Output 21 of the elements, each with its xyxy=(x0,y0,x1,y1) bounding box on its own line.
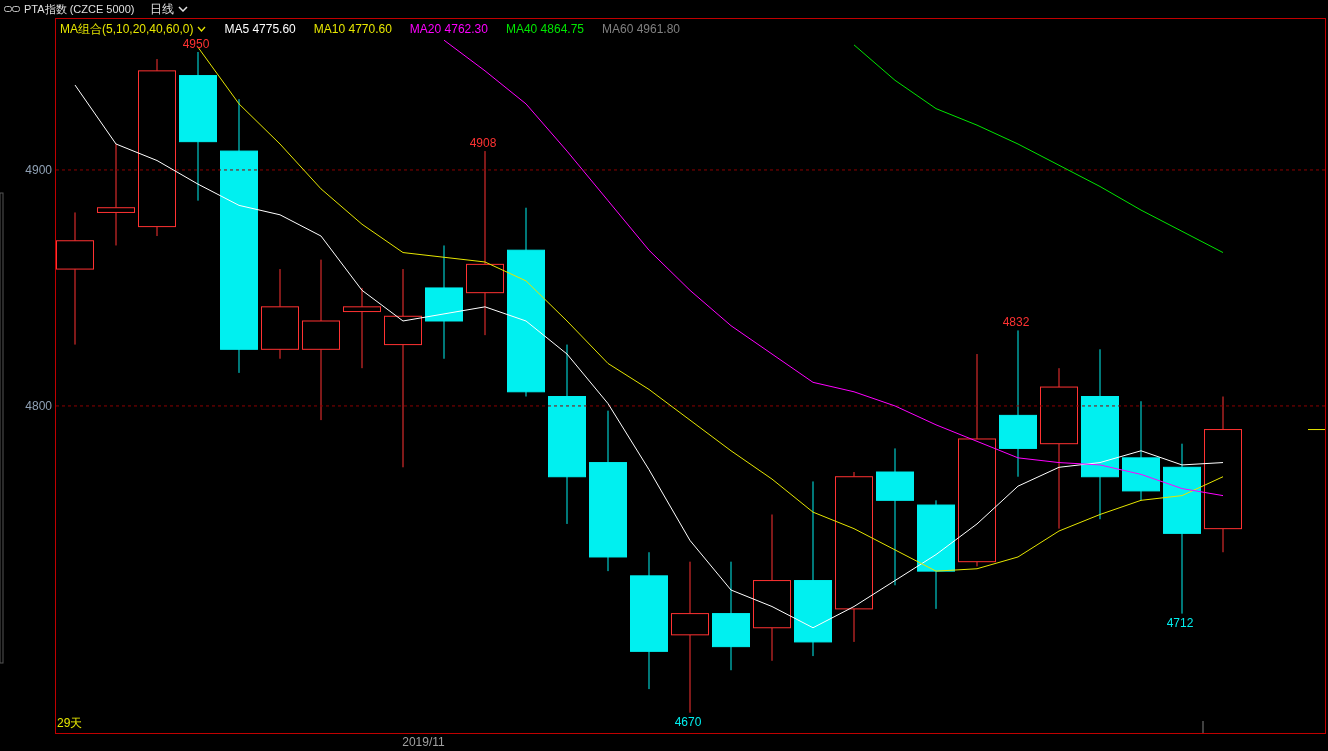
caret-icon xyxy=(197,26,207,32)
y-axis-label: 4800 xyxy=(25,398,52,413)
link-icon[interactable] xyxy=(4,5,20,13)
ma-legend-value: MA60 4961.80 xyxy=(602,21,681,38)
day-count-label: 29天 xyxy=(57,716,83,730)
extreme-price-label: 4670 xyxy=(674,714,702,729)
ma-legend-value: MA10 4770.60 xyxy=(313,21,392,38)
x-axis-label: 2019/11 xyxy=(402,735,445,749)
ma-group-dropdown[interactable]: MA组合(5,10,20,40,60,0) xyxy=(60,20,207,38)
caret-icon xyxy=(178,6,189,12)
extreme-price-label: 4908 xyxy=(469,136,497,151)
period-dropdown[interactable]: 日线 xyxy=(150,0,189,18)
last-price-marker xyxy=(1307,429,1326,431)
ma-legend-value: MA20 4762.30 xyxy=(409,21,488,38)
extreme-price-label: 4950 xyxy=(182,37,210,51)
ma-legend-value: MA5 4775.60 xyxy=(224,21,296,38)
extreme-price-label: 4712 xyxy=(1166,615,1194,630)
extreme-price-label: 4832 xyxy=(1002,315,1030,330)
instrument-title: PTA指数 (CZCE 5000) xyxy=(24,1,135,17)
ma-legend-value: MA40 4864.75 xyxy=(505,21,584,38)
y-axis-label: 4900 xyxy=(25,162,52,177)
